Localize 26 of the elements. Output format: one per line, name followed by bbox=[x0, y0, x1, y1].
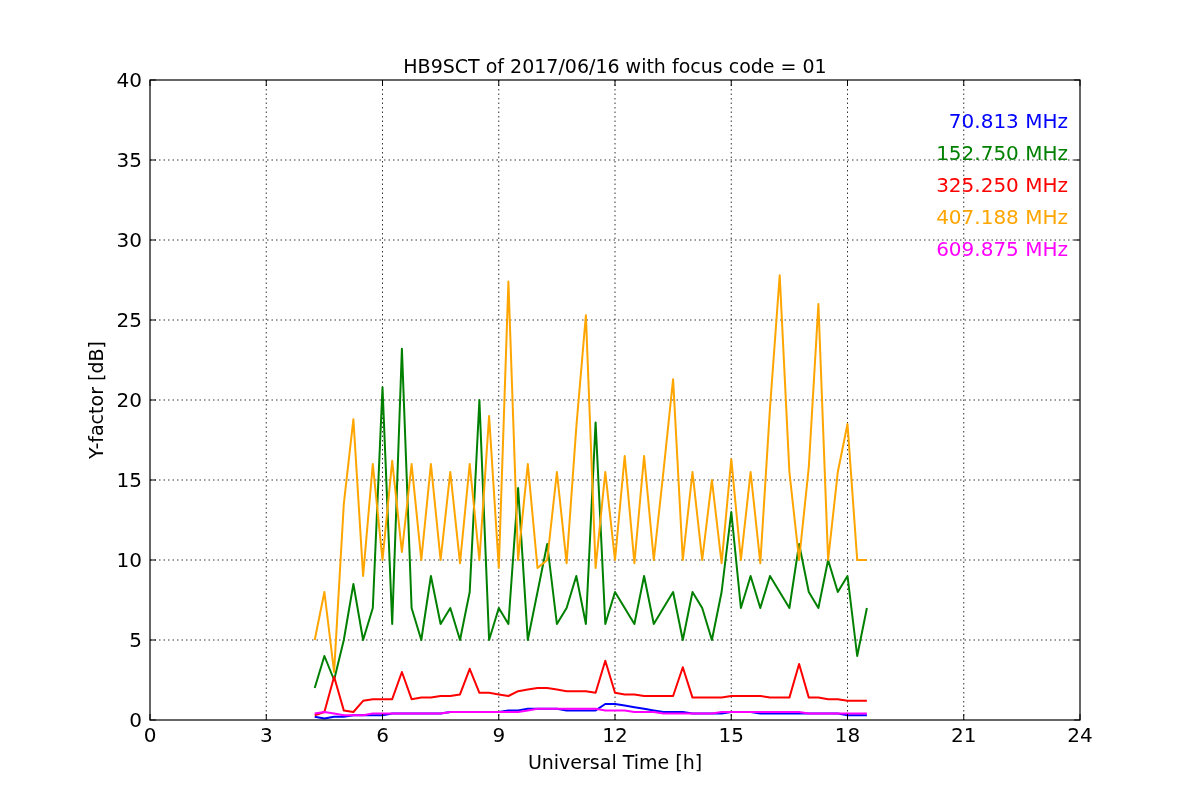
chart-title: HB9SCT of 2017/06/16 with focus code = 01 bbox=[403, 55, 827, 77]
x-tick-label: 18 bbox=[834, 723, 861, 747]
y-tick-label: 25 bbox=[116, 308, 142, 332]
x-axis-label: Universal Time [h] bbox=[527, 751, 703, 773]
x-tick-label: 0 bbox=[143, 723, 157, 747]
y-axis-label: Y-factor [dB] bbox=[85, 341, 107, 459]
y-tick-label: 20 bbox=[116, 388, 142, 412]
x-tick-label: 6 bbox=[376, 723, 389, 747]
legend-label: 407.188 MHz bbox=[936, 205, 1068, 229]
x-tick-label: 9 bbox=[492, 723, 506, 747]
y-tick-label: 15 bbox=[116, 468, 142, 492]
legend-label: 609.875 MHz bbox=[936, 237, 1068, 261]
legend-label: 152.750 MHz bbox=[936, 141, 1068, 165]
y-tick-label: 35 bbox=[116, 148, 142, 172]
legend-label: 325.250 MHz bbox=[936, 173, 1068, 197]
y-tick-label: 0 bbox=[129, 708, 142, 732]
y-tick-label: 30 bbox=[116, 228, 142, 252]
y-tick-label: 40 bbox=[116, 68, 142, 92]
legend-label: 70.813 MHz bbox=[948, 109, 1068, 133]
y-tick-label: 5 bbox=[129, 628, 142, 652]
y-tick-label: 10 bbox=[116, 548, 142, 572]
x-tick-label: 3 bbox=[259, 723, 273, 747]
x-tick-label: 12 bbox=[602, 723, 628, 747]
x-tick-label: 21 bbox=[951, 723, 977, 747]
x-tick-label: 24 bbox=[1067, 723, 1093, 747]
x-tick-label: 15 bbox=[718, 723, 744, 747]
